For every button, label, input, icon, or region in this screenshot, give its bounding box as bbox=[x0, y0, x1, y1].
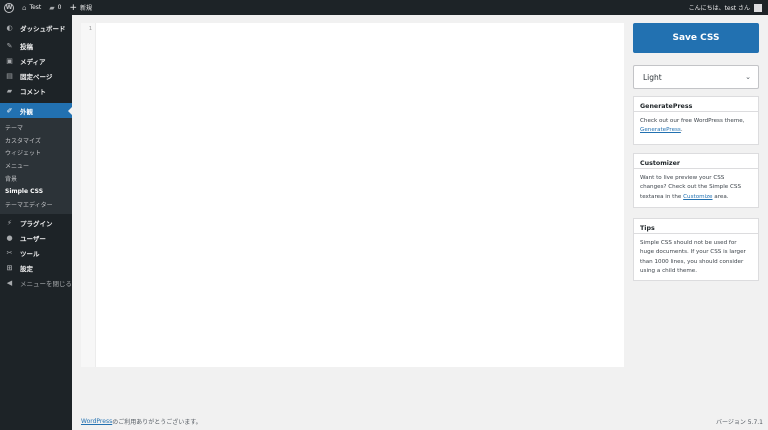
submenu-item-widgets[interactable]: ウィジェット bbox=[0, 147, 72, 160]
sidebar-item-label: ダッシュボード bbox=[20, 24, 66, 33]
sidebar-item-label: ツール bbox=[20, 250, 40, 259]
comments-link[interactable]: ▰ 0 bbox=[45, 0, 65, 15]
collapse-icon: ◀ bbox=[6, 279, 13, 288]
wp-logo-menu[interactable]: W bbox=[0, 0, 18, 15]
sidebar-item-label: 固定ページ bbox=[20, 72, 53, 81]
sidebar-item-settings[interactable]: ⊞ 設定 bbox=[0, 261, 72, 276]
sidebar-item-pages[interactable]: ▤ 固定ページ bbox=[0, 68, 72, 83]
box-title: Tips bbox=[634, 219, 758, 234]
my-account[interactable]: こんにちは、test さん bbox=[689, 3, 768, 12]
sidebar-item-media[interactable]: ▣ メディア bbox=[0, 53, 72, 68]
version-text: バージョン 5.7.1 bbox=[715, 418, 763, 426]
new-content-link[interactable]: + 新規 bbox=[66, 0, 97, 15]
submenu-item-background[interactable]: 背景 bbox=[0, 172, 72, 185]
comment-icon: ▰ bbox=[6, 86, 13, 95]
line-number: 1 bbox=[88, 26, 92, 32]
greeting: こんにちは、test さん bbox=[688, 5, 750, 12]
sidebar-item-label: 外観 bbox=[20, 107, 33, 116]
comment-icon: ▰ bbox=[49, 3, 55, 12]
submenu-item-simple-css[interactable]: Simple CSS bbox=[0, 185, 72, 198]
box-text-suffix: . bbox=[680, 127, 683, 134]
box-text: Check out our free WordPress theme, bbox=[640, 118, 745, 124]
line-number-gutter: 1 bbox=[81, 23, 96, 367]
pin-icon: ✎ bbox=[6, 41, 13, 50]
editor-theme-select[interactable]: Light ⌄ bbox=[633, 65, 759, 89]
generatepress-link[interactable]: GeneratePress bbox=[640, 127, 681, 133]
submenu-item-theme-editor[interactable]: テーマエディター bbox=[0, 198, 72, 211]
wrench-icon: ✂ bbox=[6, 249, 13, 258]
selected-theme: Light bbox=[643, 72, 662, 82]
sidebar-item-label: コメント bbox=[20, 87, 46, 96]
chevron-down-icon: ⌄ bbox=[745, 73, 751, 81]
sidebar-item-posts[interactable]: ✎ 投稿 bbox=[0, 38, 72, 53]
admin-bar: W ⌂ Test ▰ 0 + 新規 こんにちは、test さん bbox=[0, 0, 768, 15]
admin-sidebar: ◐ ダッシュボード ✎ 投稿 ▣ メディア ▤ 固定ページ ▰ コメント ✐ 外… bbox=[0, 15, 72, 430]
sidebar-item-users[interactable]: ● ユーザー bbox=[0, 231, 72, 246]
sidebar-item-tools[interactable]: ✂ ツール bbox=[0, 246, 72, 261]
plugin-icon: ⚡ bbox=[7, 219, 12, 228]
sidebar-item-label: メディア bbox=[20, 57, 46, 66]
sidebar-item-dashboard[interactable]: ◐ ダッシュボード bbox=[0, 20, 72, 35]
tips-box: Tips Simple CSS should not be used for h… bbox=[633, 218, 759, 281]
brush-icon: ✐ bbox=[6, 106, 13, 115]
collapse-menu-button[interactable]: ◀ メニューを閉じる bbox=[0, 276, 72, 291]
dashboard-icon: ◐ bbox=[6, 23, 13, 32]
customize-link[interactable]: Customize bbox=[683, 194, 712, 200]
sidebar-item-label: ユーザー bbox=[20, 235, 46, 244]
sidebar-item-label: 投稿 bbox=[20, 42, 33, 51]
submenu-item-customize[interactable]: カスタマイズ bbox=[0, 134, 72, 147]
box-body: Simple CSS should not be used for huge d… bbox=[640, 240, 746, 274]
generatepress-box: GeneratePress Check out our free WordPre… bbox=[633, 96, 759, 145]
user-icon: ● bbox=[6, 234, 13, 243]
site-name-link[interactable]: ⌂ Test bbox=[18, 0, 45, 15]
sidebar-item-plugins[interactable]: ⚡ プラグイン bbox=[0, 216, 72, 231]
comments-count: 0 bbox=[57, 4, 62, 11]
save-css-button[interactable]: Save CSS bbox=[633, 23, 759, 53]
plus-icon: + bbox=[69, 2, 78, 13]
settings-icon: ⊞ bbox=[6, 264, 13, 273]
wordpress-link[interactable]: WordPress bbox=[81, 418, 112, 425]
box-title: Customizer bbox=[634, 154, 758, 169]
site-name: Test bbox=[29, 4, 42, 11]
footer-thanks: のご利用ありがとうございます。 bbox=[112, 418, 202, 426]
sidebar-item-label: メニューを閉じる bbox=[20, 280, 72, 289]
wordpress-logo-icon: W bbox=[4, 2, 14, 13]
sidebar-item-appearance[interactable]: ✐ 外観 bbox=[0, 103, 72, 118]
box-text-suffix: area. bbox=[712, 193, 729, 200]
admin-footer: WordPress のご利用ありがとうございます。 バージョン 5.7.1 bbox=[81, 415, 763, 427]
appearance-submenu: テーマ カスタマイズ ウィジェット メニュー 背景 Simple CSS テーマ… bbox=[0, 118, 72, 214]
sidebar-item-label: プラグイン bbox=[20, 220, 53, 229]
new-label: 新規 bbox=[80, 5, 93, 12]
sidebar-item-label: 設定 bbox=[20, 265, 33, 274]
submenu-item-menus[interactable]: メニュー bbox=[0, 159, 72, 172]
customizer-box: Customizer Want to live preview your CSS… bbox=[633, 153, 759, 208]
home-icon: ⌂ bbox=[22, 3, 27, 12]
media-icon: ▣ bbox=[6, 56, 13, 65]
page-icon: ▤ bbox=[6, 71, 13, 80]
box-body: Check out our free WordPress theme, Gene… bbox=[634, 112, 758, 140]
css-editor[interactable]: 1 bbox=[81, 23, 624, 367]
sidebar-item-comments[interactable]: ▰ コメント bbox=[0, 83, 72, 98]
box-body: Want to live preview your CSS changes? C… bbox=[634, 169, 758, 206]
avatar bbox=[754, 3, 762, 12]
box-title: GeneratePress bbox=[634, 97, 758, 112]
submenu-item-themes[interactable]: テーマ bbox=[0, 121, 72, 134]
